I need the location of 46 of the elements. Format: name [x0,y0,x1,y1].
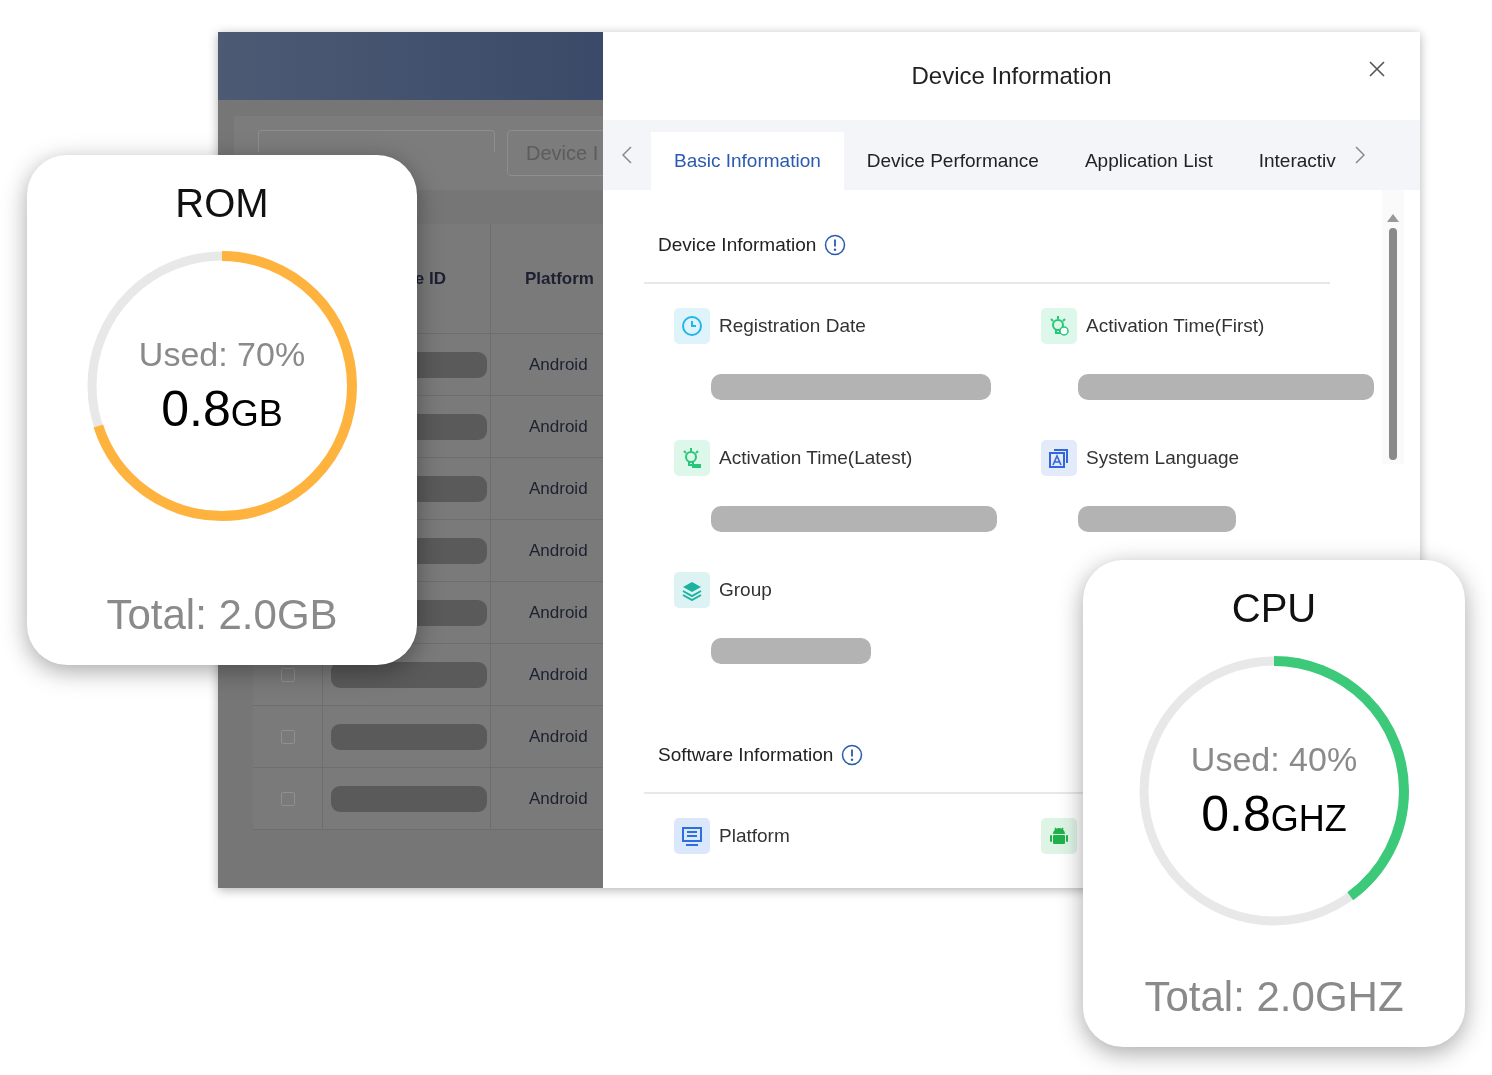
field-label: Registration Date [719,315,866,337]
close-icon [1368,60,1386,78]
clock-icon [674,308,710,344]
chevron-left-icon [622,146,632,164]
chevron-right-icon [1354,146,1365,164]
table-cell: Android [529,478,588,499]
scrollbar[interactable] [1382,190,1404,464]
column-header: Platform [525,268,594,289]
card-title: ROM [175,181,269,226]
letter-a-icon [1041,440,1077,476]
info-icon [841,744,864,766]
section-title: Device Information [658,234,817,256]
table-cell: Android [529,602,588,623]
row-checkbox[interactable] [280,667,295,682]
total-capacity: Total: 2.0GHZ [1144,973,1404,1021]
section-title: Software Information [658,744,834,766]
layers-icon [674,572,710,608]
used-percentage: Used: 70% [138,334,306,374]
info-icon [824,234,847,256]
field-label: System Language [1086,447,1240,469]
lightbulb-icon [674,440,710,476]
table-cell: Android [529,540,588,561]
field-label: Activation Time(Latest) [719,447,913,469]
lightbulb-icon [1041,308,1077,344]
card-title: CPU [1231,586,1317,631]
tab[interactable]: Application List [1061,132,1236,190]
tab[interactable]: Basic Information [651,132,844,190]
tab[interactable]: Interactiv [1235,132,1336,190]
dropdown-field[interactable] [258,130,495,152]
field-label: Platform [719,825,790,847]
table-cell: Android [529,726,588,747]
field-label: Activation Time(First) [1086,315,1265,337]
used-percentage: Used: 40% [1190,739,1358,779]
monitor-icon [674,818,710,854]
field-label: Group [719,579,772,601]
usage-value: 0.8GHZ [1201,784,1347,843]
android-icon [1041,818,1077,854]
table-cell: Android [529,664,588,685]
table-cell: Android [529,416,588,437]
tab[interactable]: Device Performance [843,132,1062,190]
drawer-title: Device Information [911,62,1112,90]
up-arrow-icon [1387,214,1399,222]
table-cell: Android [529,788,588,809]
table-cell: Android [529,354,588,375]
usage-value: 0.8GB [161,379,283,438]
total-capacity: Total: 2.0GB [106,591,338,639]
